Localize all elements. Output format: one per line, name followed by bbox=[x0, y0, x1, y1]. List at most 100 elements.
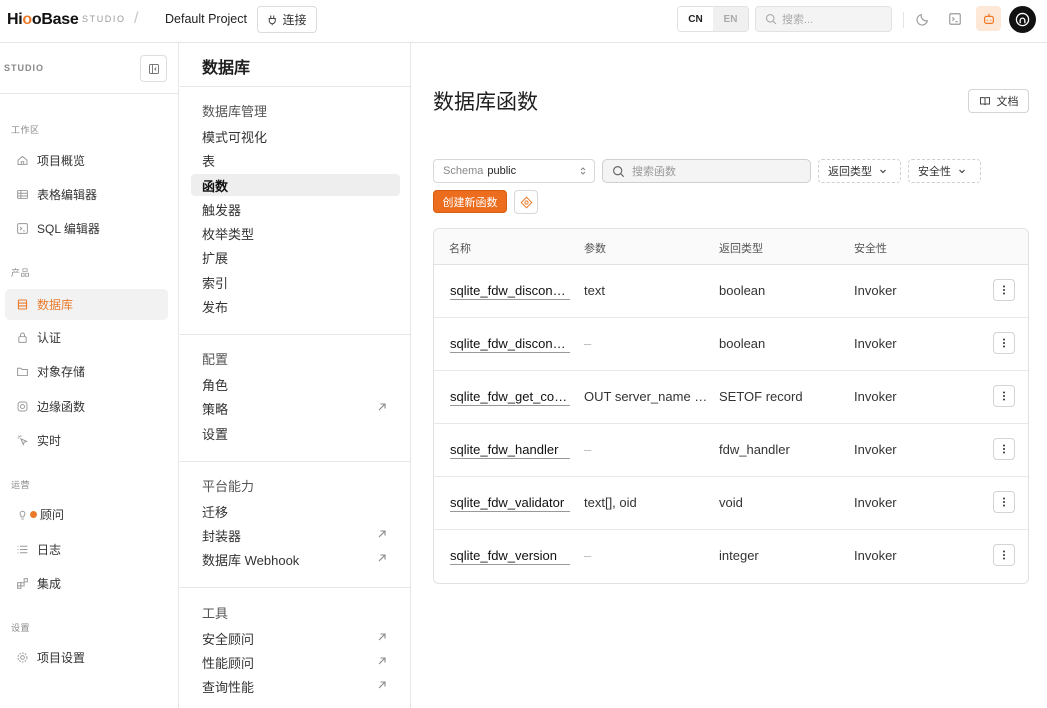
row-actions-button[interactable] bbox=[993, 332, 1015, 354]
external-link-icon bbox=[378, 554, 386, 562]
notification-dot bbox=[30, 511, 37, 518]
theme-toggle-button[interactable] bbox=[914, 10, 932, 28]
header-divider bbox=[903, 12, 904, 28]
submenu-item-migrations[interactable]: 迁移 bbox=[191, 500, 400, 522]
moon-icon bbox=[916, 13, 929, 26]
function-args: – bbox=[584, 336, 592, 351]
sidebar-item-sql-editor[interactable]: SQL 编辑器 bbox=[5, 213, 168, 244]
terminal-button[interactable] bbox=[946, 10, 964, 28]
function-name-link[interactable]: sqlite_fdw_disconnect bbox=[450, 283, 570, 300]
sidebar-item-auth[interactable]: 认证 bbox=[5, 322, 168, 353]
group-title-config: 配置 bbox=[202, 352, 229, 367]
sidebar-item-overview[interactable]: 项目概览 bbox=[5, 145, 168, 176]
sidebar-item-table-editor[interactable]: 表格编辑器 bbox=[5, 179, 168, 210]
section-label-settings: 设置 bbox=[11, 623, 31, 633]
function-name-link[interactable]: sqlite_fdw_validator bbox=[450, 495, 570, 512]
schema-select[interactable]: Schema public bbox=[433, 159, 595, 183]
table-row: sqlite_fdw_validator text[], oid void In… bbox=[434, 477, 1028, 530]
ai-assistant-button[interactable] bbox=[976, 6, 1001, 31]
function-name-link[interactable]: sqlite_fdw_disconnect_all bbox=[450, 336, 570, 353]
column-header-return-type: 返回类型 bbox=[719, 243, 763, 255]
chevron-down-icon bbox=[959, 169, 965, 174]
function-args: OUT server_name text, OUT valid boolean bbox=[584, 389, 708, 404]
global-search[interactable]: 搜索... bbox=[755, 6, 892, 32]
function-name-link[interactable]: sqlite_fdw_version bbox=[450, 548, 570, 565]
submenu-item-tables[interactable]: 表 bbox=[191, 149, 400, 171]
column-header-args: 参数 bbox=[584, 243, 606, 255]
sql-terminal-icon bbox=[17, 223, 28, 234]
function-search-input[interactable]: 搜索函数 bbox=[602, 159, 811, 183]
table-row: sqlite_fdw_get_connections OUT server_na… bbox=[434, 371, 1028, 424]
submenu-item-webhooks[interactable]: 数据库 Webhook bbox=[191, 548, 400, 570]
return-type-filter[interactable]: 返回类型 bbox=[818, 159, 901, 183]
blocks-icon bbox=[17, 578, 28, 589]
submenu-item-publications[interactable]: 发布 bbox=[191, 295, 400, 317]
connect-button[interactable]: 连接 bbox=[257, 6, 317, 33]
submenu-item-settings[interactable]: 设置 bbox=[191, 422, 400, 444]
row-actions-button[interactable] bbox=[993, 491, 1015, 513]
plug-icon bbox=[269, 15, 277, 25]
row-actions-button[interactable] bbox=[993, 438, 1015, 460]
user-avatar[interactable] bbox=[1009, 6, 1036, 33]
lang-cn-button[interactable]: CN bbox=[678, 7, 713, 31]
sidebar-item-logs[interactable]: 日志 bbox=[5, 534, 168, 565]
submenu-item-security-advisor[interactable]: 安全顾问 bbox=[191, 627, 400, 649]
database-icon bbox=[17, 299, 28, 310]
sidebar-item-storage[interactable]: 对象存储 bbox=[5, 356, 168, 387]
sidebar-studio-label: STUDIO bbox=[4, 63, 45, 73]
function-return-type: integer bbox=[719, 548, 759, 563]
collapse-sidebar-button[interactable] bbox=[140, 55, 167, 82]
language-switch: CN EN bbox=[677, 6, 749, 32]
external-link-icon bbox=[378, 657, 386, 665]
lock-icon bbox=[18, 332, 27, 343]
submenu-item-functions[interactable]: 函数 bbox=[191, 174, 400, 196]
ai-create-button[interactable] bbox=[514, 190, 538, 214]
function-name-link[interactable]: sqlite_fdw_get_connections bbox=[450, 389, 570, 406]
ai-sparkle-icon bbox=[520, 196, 532, 208]
function-security: Invoker bbox=[854, 283, 897, 298]
bot-icon bbox=[983, 13, 994, 24]
submenu-item-wrappers[interactable]: 封装器 bbox=[191, 524, 400, 546]
function-name-link[interactable]: sqlite_fdw_handler bbox=[450, 442, 570, 459]
submenu-divider bbox=[180, 334, 410, 335]
folder-icon bbox=[17, 367, 28, 377]
function-security: Invoker bbox=[854, 495, 897, 510]
logo[interactable]: HiooBase bbox=[7, 11, 79, 29]
table-row: sqlite_fdw_disconnect_all – boolean Invo… bbox=[434, 318, 1028, 371]
submenu-item-enum-types[interactable]: 枚举类型 bbox=[191, 222, 400, 244]
submenu-item-triggers[interactable]: 触发器 bbox=[191, 198, 400, 220]
main-content: 数据库函数 文档 Schema public 搜索函数 返回类型 安全性 创建新… bbox=[411, 43, 1047, 708]
function-return-type: SETOF record bbox=[719, 389, 803, 404]
docs-button[interactable]: 文档 bbox=[968, 89, 1029, 113]
submenu-item-extensions[interactable]: 扩展 bbox=[191, 246, 400, 268]
external-link-icon bbox=[378, 633, 386, 641]
submenu-item-schema-visualizer[interactable]: 模式可视化 bbox=[191, 125, 400, 147]
table-row: sqlite_fdw_version – integer Invoker bbox=[434, 530, 1028, 583]
lang-en-button[interactable]: EN bbox=[713, 7, 748, 31]
submenu-item-policies[interactable]: 策略 bbox=[191, 397, 400, 419]
more-vertical-icon bbox=[1003, 285, 1005, 295]
database-submenu: 数据库 数据库管理 模式可视化 表 函数 触发器 枚举类型 扩展 索引 发布 配… bbox=[180, 43, 411, 708]
more-vertical-icon bbox=[1003, 391, 1005, 401]
project-name[interactable]: Default Project bbox=[165, 12, 247, 26]
submenu-item-performance-advisor[interactable]: 性能顾问 bbox=[191, 651, 400, 673]
create-function-button[interactable]: 创建新函数 bbox=[433, 190, 507, 213]
external-link-icon bbox=[378, 403, 386, 411]
row-actions-button[interactable] bbox=[993, 544, 1015, 566]
page-title: 数据库函数 bbox=[433, 91, 538, 114]
submenu-item-indexes[interactable]: 索引 bbox=[191, 271, 400, 293]
sidebar-item-project-settings[interactable]: 项目设置 bbox=[5, 642, 168, 673]
sidebar-item-edge-functions[interactable]: 边缘函数 bbox=[5, 391, 168, 422]
sidebar-item-advisor[interactable]: 顾问 bbox=[5, 499, 168, 530]
sidebar-item-database[interactable]: 数据库 bbox=[5, 289, 168, 320]
sidebar-item-realtime[interactable]: 实时 bbox=[5, 425, 168, 456]
security-filter[interactable]: 安全性 bbox=[908, 159, 981, 183]
sidebar-item-integrations[interactable]: 集成 bbox=[5, 568, 168, 599]
table-icon bbox=[17, 189, 28, 200]
functions-table: 名称 参数 返回类型 安全性 sqlite_fdw_disconnect tex… bbox=[433, 228, 1029, 584]
submenu-divider bbox=[180, 461, 410, 462]
submenu-item-query-performance[interactable]: 查询性能 bbox=[191, 675, 400, 697]
submenu-item-roles[interactable]: 角色 bbox=[191, 373, 400, 395]
row-actions-button[interactable] bbox=[993, 279, 1015, 301]
row-actions-button[interactable] bbox=[993, 385, 1015, 407]
